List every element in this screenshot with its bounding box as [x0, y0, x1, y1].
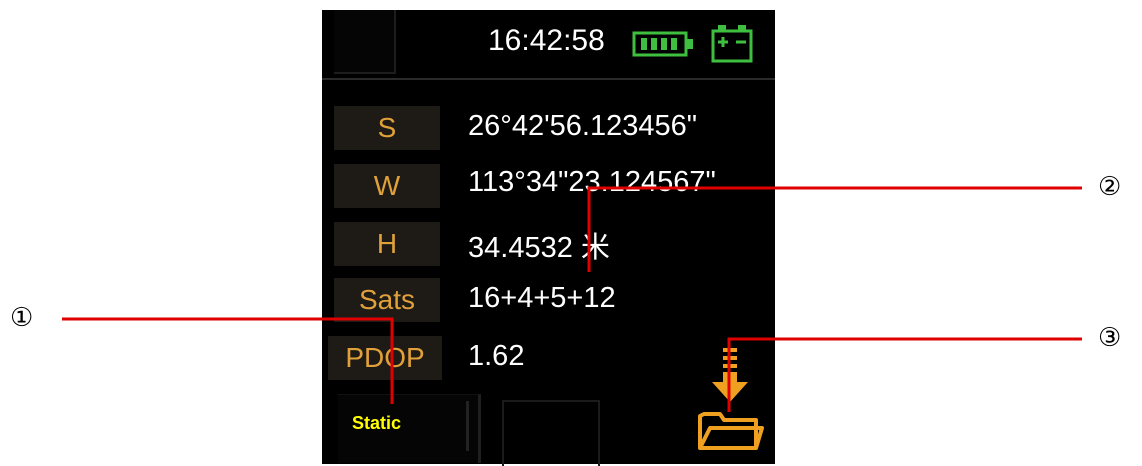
callout-marker-1: ①: [10, 303, 34, 333]
callout-lines: [62, 186, 1082, 412]
callout-line-3: [727, 337, 1082, 412]
callout-line-1: [62, 317, 394, 404]
callout-line-2: [587, 186, 1082, 272]
callout-marker-3: ③: [1098, 323, 1122, 353]
callout-marker-2: ②: [1098, 172, 1122, 202]
